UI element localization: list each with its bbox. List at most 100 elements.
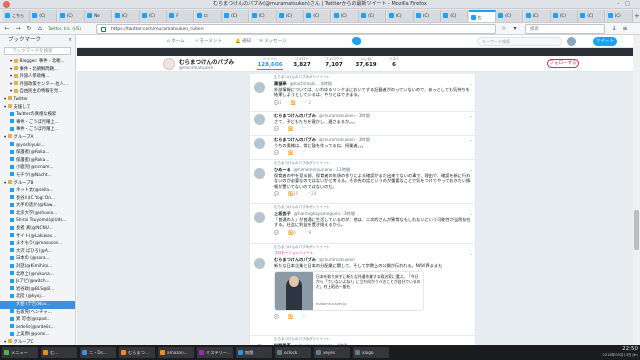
tweet[interactable]: むらまつけんのパブみがリツイート プロモーションツイート むらまつけんのパブみ @mu… <box>250 244 477 336</box>
taskbar-item-5[interactable]: ミステリー... <box>197 347 233 358</box>
sidebar-item-22[interactable]: 長者 真(@NCNU... <box>0 225 75 233</box>
nav-moments[interactable]: ⚡ モーメント <box>195 37 222 46</box>
tweet[interactable]: むらまつけんのパブみがリツイート 上坂杏子 @harmigkayamegumi · … <box>250 204 477 244</box>
taskbar-item-8[interactable]: xeyes <box>314 347 350 358</box>
taskbar-item-7[interactable]: oclock <box>275 347 311 358</box>
nav-messages[interactable]: ✉ メッセージ <box>259 37 287 46</box>
sidebar-item-19[interactable]: 大手の話か(@Kaw... <box>0 202 75 210</box>
chevron-down-icon[interactable]: ⌄ <box>470 251 473 256</box>
sidebar-item-33[interactable]: 石坂晃(ヘンチャ... <box>0 309 75 317</box>
bookmark-star-icon[interactable]: ☆ <box>500 25 508 33</box>
sidebar-item-35[interactable]: ardelis(@ardelis... <box>0 324 75 332</box>
tab-5[interactable]: (C) <box>140 10 167 22</box>
sidebar-item-2[interactable]: ▾ 外国人参政権... <box>0 73 75 81</box>
chevron-down-icon[interactable]: ⌄ <box>470 113 473 118</box>
tab-19[interactable]: (C) <box>523 10 551 22</box>
tab-15[interactable]: (C) <box>414 10 441 22</box>
tab-11[interactable]: (C) <box>304 10 332 22</box>
tab-21[interactable]: (C) <box>578 10 606 22</box>
sidebar-item-27[interactable]: 対話(@Kimihiro... <box>0 263 75 271</box>
sidebar-item-26[interactable]: 日本の (@sora... <box>0 255 75 263</box>
sidebar-item-23[interactable]: サイト(@Lakiwas... <box>0 233 75 241</box>
nav-home[interactable]: ⌂ ホーム <box>167 37 185 46</box>
tab-1[interactable]: (C) <box>30 10 58 22</box>
profile-handle[interactable]: @muramatsuken <box>179 65 213 70</box>
url-bar[interactable]: https://twitter.com/muramatsuken_ruhen <box>96 24 496 34</box>
tab-10[interactable]: (C) <box>277 10 304 22</box>
sidebar-item-18[interactable]: 長谷川(C Yogi On... <box>0 195 75 203</box>
sidebar-item-34[interactable]: 異 可也(@spad... <box>0 316 75 324</box>
downloads-icon[interactable]: ↓ <box>610 25 618 33</box>
sidebar-item-3[interactable]: ▾ 外国政策センター.拉人... <box>0 81 75 89</box>
tweet[interactable]: むらまつけんのパブみ @muramatsuken · 3時間 うちの奥様は、常に鼓を… <box>250 136 477 160</box>
search-bar[interactable]: 検索 <box>525 24 605 34</box>
tweet-avatar[interactable] <box>254 138 265 149</box>
taskbar-item-6[interactable]: 無題 <box>236 347 272 358</box>
back-arrow-icon[interactable]: ← <box>3 25 11 33</box>
page-scrollbar[interactable] <box>633 35 640 345</box>
tweet[interactable]: むらまつけんのパブみがリツイート ひめーる @himemeryunano · 11時… <box>250 160 477 204</box>
dropdown-icon[interactable]: ▾ <box>511 25 519 33</box>
profile-stat-3[interactable]: いいね 37,619 <box>353 57 379 68</box>
tweet-button[interactable]: ツイート <box>593 37 617 46</box>
sidebar-item-8[interactable]: 事件・ごうぼ月曜上... <box>0 119 75 127</box>
taskbar-item-4[interactable]: amazon... <box>158 347 194 358</box>
taskbar-item-2[interactable]: ニ・Ds... <box>80 347 116 358</box>
chevron-down-icon[interactable]: ⌄ <box>470 137 473 142</box>
tweet[interactable]: むらまつけんのパブみがリツイート松野香吾@shuzenoomanga · 4時間… <box>250 336 477 345</box>
sidebar-item-30[interactable]: 岩谷政(@BLS@B... <box>0 286 75 294</box>
sidebar-item-12[interactable]: 保護者(@Roka... <box>0 149 75 157</box>
menu-icon[interactable]: ≡ <box>621 25 629 33</box>
sidebar-item-14[interactable]: 小鹿児(@ncnam... <box>0 164 75 172</box>
tab-3[interactable]: Ne <box>85 10 113 22</box>
twitter-bird-icon[interactable] <box>352 37 361 45</box>
tweet-actions[interactable]: 💬 🔁 ♡ <box>274 314 306 319</box>
tab-9[interactable]: (C) <box>249 10 277 22</box>
tweet-actions[interactable]: 💬 🔁15 ♡24 <box>274 191 316 196</box>
profile-stat-2[interactable]: フォロワー 7,107 <box>321 57 347 68</box>
close-icon[interactable] <box>3 1 10 8</box>
minimize-icon[interactable]: – <box>615 1 622 8</box>
twitter-search-input[interactable]: キーワード検索 <box>477 37 562 46</box>
tab-2[interactable]: (C) <box>57 10 85 22</box>
sidebar-item-24[interactable]: ますもり(@masucos... <box>0 240 75 248</box>
sidebar-item-11[interactable]: @yoshiyuki... <box>0 142 75 150</box>
sidebar-item-1[interactable]: ▾ 事件・北朝鮮問題... <box>0 66 75 74</box>
tab-17[interactable]: む <box>468 10 496 22</box>
sidebar-item-0[interactable]: ▾ Blogger: 事件 - 北朝... <box>0 58 75 66</box>
nav-notifications[interactable]: 🔔 通知 <box>235 37 251 46</box>
tweet[interactable]: むらまつけんのパブみがリツイート 黒猫亭 @hachimaki... 4時間 外部情報… <box>250 74 477 112</box>
tweet-avatar[interactable] <box>254 168 265 179</box>
follow-button[interactable]: フォローする <box>547 59 579 68</box>
sidebar-item-4[interactable]: ▾ 自由民主の特報を見... <box>0 88 75 96</box>
sidebar-item-32[interactable]: 大使 (デ告(Nov... <box>0 301 75 309</box>
link-card[interactable]: 日本を取り戻すに新たな共通作業する政治家に選ぶ。「今日から「ていないよね?」に立… <box>274 271 424 312</box>
tab-13[interactable]: (C) <box>359 10 387 22</box>
tab-16[interactable]: (C) <box>441 10 469 22</box>
tweet-actions[interactable]: 💬1 🔁 ♡2 <box>274 100 311 105</box>
account-avatar[interactable] <box>567 37 576 46</box>
scrollbar-thumb[interactable] <box>634 210 639 250</box>
sidebar-item-17[interactable]: ネット太(@sella... <box>0 187 75 195</box>
sidebar-item-6[interactable]: ▾ 支援して <box>0 104 75 112</box>
tab-4[interactable]: (C) <box>112 10 140 22</box>
sidebar-item-21[interactable]: Shirai Tsuyoma(@Uds... <box>0 217 75 225</box>
taskbar-item-3[interactable]: むらまつ... <box>119 347 155 358</box>
identity-label[interactable]: Twitter, Inc. (US) <box>48 25 92 33</box>
tweet-avatar[interactable] <box>254 258 265 269</box>
sidebar-item-16[interactable]: ▾ グループB <box>0 180 75 188</box>
tab-8[interactable]: (C) <box>222 10 250 22</box>
tab-18[interactable]: (C) <box>496 10 524 22</box>
new-tab-icon[interactable]: + <box>634 11 640 21</box>
tweet-actions[interactable]: 💬 🔁 ♡ <box>274 150 306 155</box>
taskbar-item-0[interactable]: メニュー <box>2 347 38 358</box>
tweet-actions[interactable]: 💬 🔁 ♡ <box>274 126 306 131</box>
forward-arrow-icon[interactable]: → <box>14 25 22 33</box>
sidebar-item-5[interactable]: ▾ Twitter <box>0 96 75 104</box>
tab-22[interactable]: (C) <box>605 10 633 22</box>
profile-stat-0[interactable]: ツイート 128,606 <box>257 57 283 70</box>
tab-0[interactable]: こちら <box>3 10 30 22</box>
sidebar-item-29[interactable]: Jsアピ(@witch... <box>0 278 75 286</box>
profile-stat-4[interactable]: リスト 6 <box>381 57 407 68</box>
profile-avatar[interactable] <box>163 58 175 70</box>
